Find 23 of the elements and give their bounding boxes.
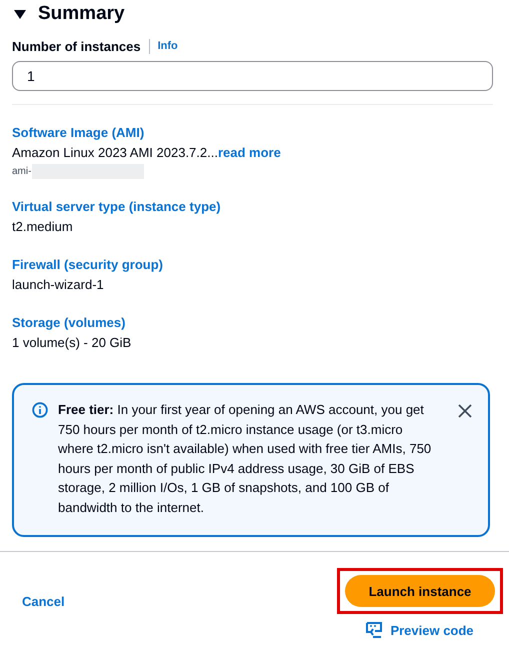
summary-item-value: launch-wizard-1 xyxy=(12,276,105,294)
collapse-caret-icon[interactable] xyxy=(12,8,28,20)
summary-item-value: Amazon Linux 2023 AMI 2023.7.2...read more xyxy=(12,144,282,162)
read-more-link[interactable]: read more xyxy=(218,145,281,160)
close-icon[interactable] xyxy=(458,404,472,418)
summary-item-title[interactable]: Software Image (AMI) xyxy=(12,123,493,143)
preview-code-label[interactable]: Preview code xyxy=(390,622,474,638)
section-title: Summary xyxy=(38,3,125,25)
summary-item-value: t2.medium xyxy=(12,218,74,236)
alert-message: Free tier: In your first year of opening an AWS account, you get 750 hours per month of t2.micro instance usage (or t3.micro where t2.micro isn't available) when used with free tier AMIs, 750 hours per month of public IPv4 address usage, 30 GiB of EBS storage, 2 million I/Os, 1 GB of snapshots, and 100 GB of bandwidth to the internet. xyxy=(58,401,432,516)
summary-item-title[interactable]: Virtual server type (instance type) xyxy=(12,197,493,217)
info-link[interactable]: Info xyxy=(158,40,178,52)
summary-item-title[interactable]: Storage (volumes) xyxy=(12,313,493,333)
ami-id: ami- xyxy=(12,166,32,176)
cancel-link[interactable]: Cancel xyxy=(22,594,65,608)
summary-item-value: 1 volume(s) - 20 GiB xyxy=(12,334,132,352)
instances-input[interactable]: 1 xyxy=(12,61,493,91)
info-icon xyxy=(32,402,48,418)
code-window-icon xyxy=(366,622,382,638)
launch-button[interactable]: Launch instance xyxy=(345,575,495,607)
field-label: Number of instances xyxy=(12,38,150,54)
preview-code-link[interactable]: Preview code xyxy=(366,622,474,638)
summary-item-title[interactable]: Firewall (security group) xyxy=(12,255,493,275)
